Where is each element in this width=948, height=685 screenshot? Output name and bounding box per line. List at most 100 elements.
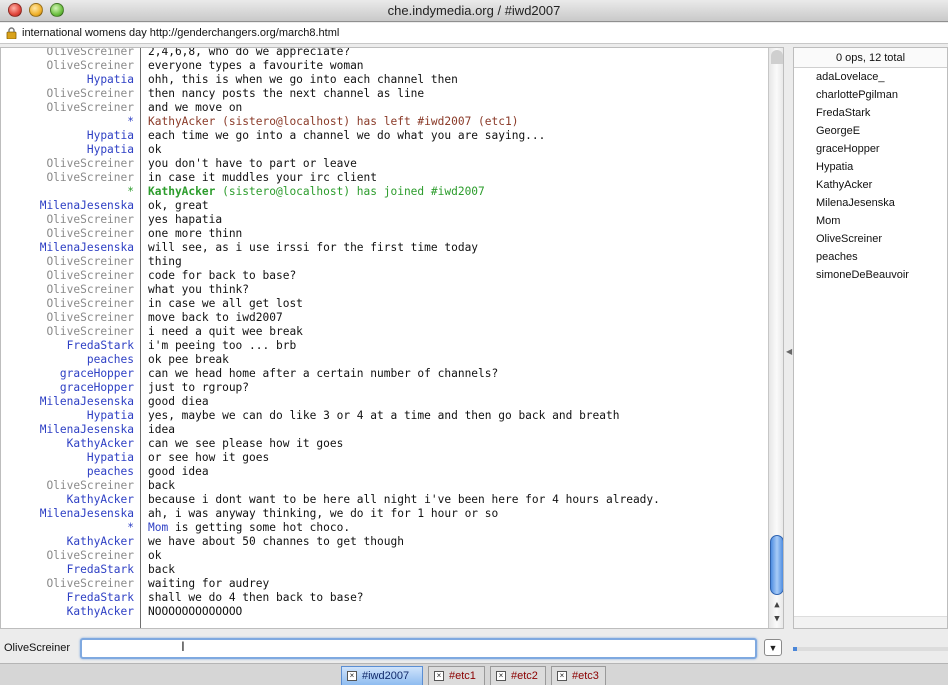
chat-nick[interactable]: OliveScreiner <box>1 59 134 73</box>
user-list-item[interactable]: GeorgeE <box>794 122 947 140</box>
user-list-item[interactable]: adaLovelace_ <box>794 68 947 86</box>
chat-nick[interactable]: graceHopper <box>1 367 134 381</box>
chat-nick[interactable]: peaches <box>1 465 134 479</box>
user-list-item[interactable]: Hypatia <box>794 158 947 176</box>
chat-nick[interactable]: OliveScreiner <box>1 269 134 283</box>
chat-message: back <box>148 479 175 492</box>
channel-tab-label: #etc2 <box>511 670 538 682</box>
chat-nick[interactable]: MilenaJesenska <box>1 199 134 213</box>
chat-nick[interactable]: OliveScreiner <box>1 311 134 325</box>
chat-nick[interactable]: OliveScreiner <box>1 157 134 171</box>
channel-tab[interactable]: × #iwd2007 <box>341 666 423 685</box>
scroll-down-icon[interactable]: ▼ <box>772 614 782 624</box>
pane-splitter[interactable]: ◀ <box>784 47 793 629</box>
chat-message: code for back to base? <box>148 269 297 282</box>
scroll-up-icon[interactable]: ▲ <box>772 600 782 610</box>
input-menu-button[interactable]: ▼ <box>764 639 782 656</box>
chat-nick[interactable]: OliveScreiner <box>1 87 134 101</box>
chat-nick[interactable]: Hypatia <box>1 451 134 465</box>
zoom-window-button[interactable] <box>50 3 64 17</box>
chat-nick[interactable]: OliveScreiner <box>1 577 134 591</box>
user-list[interactable]: 0 ops, 12 total adaLovelace_ charlottePgi… <box>793 47 948 629</box>
chat-nick[interactable]: * <box>1 185 134 199</box>
chat-nick[interactable]: KathyAcker <box>1 535 134 549</box>
user-list-item[interactable]: simoneDeBeauvoir <box>794 266 947 284</box>
chat-message: in case we all get lost <box>148 297 303 310</box>
chat-message: in case it muddles your irc client <box>148 171 378 184</box>
chat-log[interactable]: OliveScreiner 2,4,6,8, who do we apprecia… <box>0 47 784 629</box>
chat-nick[interactable]: MilenaJesenska <box>1 507 134 521</box>
chat-nick[interactable]: KathyAcker <box>1 605 134 619</box>
user-list-item[interactable]: charlottePgilman <box>794 86 947 104</box>
chat-nick[interactable]: Hypatia <box>1 129 134 143</box>
chat-message: good diea <box>148 395 209 408</box>
current-nick[interactable]: OliveScreiner <box>4 642 70 654</box>
chat-message: KathyAcker (sistero@localhost) has joine… <box>148 185 485 199</box>
chat-nick[interactable]: OliveScreiner <box>1 549 134 563</box>
user-list-item[interactable]: peaches <box>794 248 947 266</box>
chat-scrollbar-thumb[interactable] <box>770 535 783 595</box>
close-tab-icon[interactable]: × <box>496 671 506 681</box>
channel-tab-bar: × #iwd2007 × #etc1 × #etc2 × #etc3 <box>0 663 948 685</box>
close-tab-icon[interactable]: × <box>434 671 444 681</box>
chat-nick[interactable]: OliveScreiner <box>1 479 134 493</box>
chat-nick[interactable]: OliveScreiner <box>1 255 134 269</box>
chat-nick[interactable]: OliveScreiner <box>1 101 134 115</box>
chat-nick[interactable]: OliveScreiner <box>1 213 134 227</box>
chat-nick[interactable]: peaches <box>1 353 134 367</box>
user-list-scrollbar[interactable] <box>794 616 947 628</box>
topic-bar[interactable]: international womens day http://genderch… <box>0 23 948 44</box>
chat-nick[interactable]: * <box>1 521 134 535</box>
chat-nick[interactable]: FredaStark <box>1 591 134 605</box>
chat-message: 2,4,6,8, who do we appreciate? <box>148 47 351 58</box>
chat-nick[interactable]: OliveScreiner <box>1 325 134 339</box>
channel-topic: international womens day http://genderch… <box>22 27 340 39</box>
chat-nick[interactable]: OliveScreiner <box>1 48 134 59</box>
lock-icon <box>6 27 17 39</box>
event-nick[interactable]: Mom <box>148 521 168 534</box>
chat-nick[interactable]: OliveScreiner <box>1 283 134 297</box>
chat-message: because i dont want to be here all night… <box>148 493 660 506</box>
chat-nick[interactable]: Hypatia <box>1 73 134 87</box>
event-text: (sistero@localhost) has joined #iwd2007 <box>215 185 485 198</box>
chat-nick[interactable]: KathyAcker <box>1 437 134 451</box>
chat-message: then nancy posts the next channel as lin… <box>148 87 425 100</box>
chat-nick[interactable]: FredaStark <box>1 339 134 353</box>
channel-tab[interactable]: × #etc3 <box>551 666 606 685</box>
chat-scrollbar[interactable]: ▲ ▼ <box>768 48 783 628</box>
chat-message: we have about 50 channes to get though <box>148 535 404 548</box>
event-text: is getting some hot choco. <box>168 521 351 534</box>
chat-nick[interactable]: MilenaJesenska <box>1 423 134 437</box>
chat-nick[interactable]: MilenaJesenska <box>1 241 134 255</box>
close-tab-icon[interactable]: × <box>557 671 567 681</box>
chat-message: or see how it goes <box>148 451 270 464</box>
channel-tab[interactable]: × #etc1 <box>428 666 485 685</box>
chat-nick[interactable]: FredaStark <box>1 563 134 577</box>
user-list-item[interactable]: graceHopper <box>794 140 947 158</box>
chat-nick[interactable]: graceHopper <box>1 381 134 395</box>
close-window-button[interactable] <box>8 3 22 17</box>
chat-message: back <box>148 563 175 576</box>
title-bar[interactable]: che.indymedia.org / #iwd2007 <box>0 0 948 22</box>
event-nick[interactable]: KathyAcker <box>148 115 215 128</box>
user-list-item[interactable]: FredaStark <box>794 104 947 122</box>
channel-tab[interactable]: × #etc2 <box>490 666 546 685</box>
chat-nick[interactable]: KathyAcker <box>1 493 134 507</box>
chat-nick[interactable]: OliveScreiner <box>1 297 134 311</box>
chat-nick[interactable]: Hypatia <box>1 409 134 423</box>
chat-nick[interactable]: Hypatia <box>1 143 134 157</box>
splitter-grip-icon[interactable]: ◀ <box>786 347 792 356</box>
event-nick[interactable]: KathyAcker <box>148 185 215 198</box>
chat-nick[interactable]: * <box>1 115 134 129</box>
user-list-item[interactable]: Mom <box>794 212 947 230</box>
user-list-item[interactable]: OliveScreiner <box>794 230 947 248</box>
chat-nick[interactable]: OliveScreiner <box>1 227 134 241</box>
minimize-window-button[interactable] <box>29 3 43 17</box>
channel-tab-label: #iwd2007 <box>362 670 410 682</box>
close-tab-icon[interactable]: × <box>347 671 357 681</box>
chat-nick[interactable]: MilenaJesenska <box>1 395 134 409</box>
user-list-item[interactable]: KathyAcker <box>794 176 947 194</box>
chat-message: good idea <box>148 465 209 478</box>
user-list-item[interactable]: MilenaJesenska <box>794 194 947 212</box>
chat-nick[interactable]: OliveScreiner <box>1 171 134 185</box>
